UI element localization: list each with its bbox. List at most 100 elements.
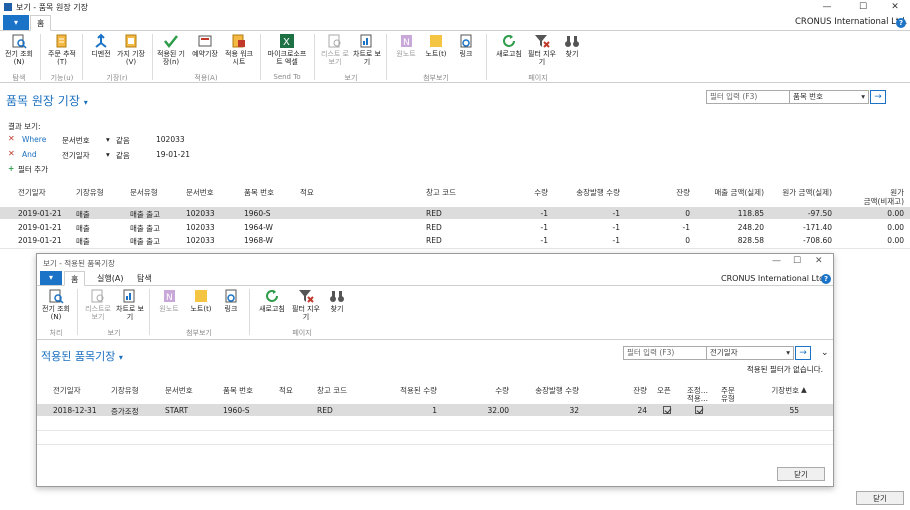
close-dialog-icon[interactable]: ✕ <box>815 256 823 266</box>
group-label: 보기 <box>344 74 358 82</box>
tab-home[interactable]: 홈 <box>64 271 86 286</box>
filter-field-select[interactable]: 품목 번호 ▾ <box>789 90 869 104</box>
search-input[interactable]: 필터 입력 (F3) <box>623 346 707 360</box>
value-entries-button[interactable]: 가지 기장(V) <box>116 33 146 66</box>
minimize-button[interactable]: — <box>772 256 781 266</box>
close-window-button[interactable]: ✕ <box>880 0 910 14</box>
page-title[interactable]: 품목 원장 기장 ▾ <box>6 92 88 109</box>
refresh-button[interactable]: 새로고침 <box>492 33 526 58</box>
filter-field[interactable]: 전기일자 <box>62 150 90 161</box>
column-header[interactable]: 창고 코드 <box>426 187 456 198</box>
column-header[interactable]: 기장유형 <box>76 187 104 198</box>
column-header[interactable]: 창고 코드 <box>317 385 347 396</box>
notes-button[interactable]: 노트(t) <box>187 288 215 313</box>
filter-value[interactable]: 19-01-21 <box>156 150 190 159</box>
column-header[interactable]: 문서번호 <box>165 385 193 396</box>
applied-entries-button[interactable]: 적용된 기장(n) <box>156 33 186 66</box>
checkbox-checked-icon <box>695 406 703 414</box>
column-header[interactable]: 전기일자 <box>53 385 81 396</box>
column-header[interactable]: 적요 <box>279 385 293 396</box>
list-view-button[interactable]: 리스트 로 보기 <box>320 33 350 66</box>
dimension-button[interactable]: 디멘전 <box>86 33 116 58</box>
onenote-button[interactable]: N 원노트 <box>155 288 183 313</box>
list-view-button[interactable]: 리스트로 보기 <box>83 288 113 321</box>
column-header[interactable]: 기장번호 <box>753 385 799 396</box>
column-header[interactable]: 품목 번호 <box>223 385 253 396</box>
chart-view-button[interactable]: 차트로 보기 <box>115 288 145 321</box>
onenote-button[interactable]: N 원노트 <box>392 33 420 58</box>
chevron-down-icon[interactable]: ⌄ <box>821 348 829 358</box>
maximize-button[interactable]: ☐ <box>848 0 878 14</box>
clear-filter-button[interactable]: 필터 지우기 <box>291 288 321 321</box>
adjusted-checkbox[interactable] <box>695 406 703 416</box>
navigate-button[interactable]: 전기 조회(N) <box>4 33 34 66</box>
help-icon[interactable]: ? <box>821 274 831 284</box>
list-view-icon <box>91 289 104 303</box>
excel-button[interactable]: X 마이크로소프트 엑셀 <box>266 33 308 66</box>
chevron-down-icon[interactable]: ▾ <box>106 135 110 144</box>
add-filter-button[interactable]: 필터 추가 <box>18 164 48 175</box>
column-header[interactable]: 품목 번호 <box>244 187 274 198</box>
chart-view-button[interactable]: 차트로 보기 <box>352 33 382 66</box>
column-header[interactable]: 송장발행 수량 <box>560 187 620 198</box>
column-header[interactable]: 오픈 <box>657 385 671 396</box>
minimize-button[interactable]: — <box>812 0 842 14</box>
add-filter-icon[interactable]: + <box>8 164 14 173</box>
tab-navigate[interactable]: 탐색 <box>137 271 152 286</box>
ribbon-divider <box>386 34 387 80</box>
column-header[interactable]: 문서유형 <box>130 187 158 198</box>
filter-field[interactable]: 문서번호 <box>62 135 90 146</box>
dialog-page-title[interactable]: 적용된 품목기장 ▾ <box>41 348 123 364</box>
column-header[interactable]: 잔량 <box>660 187 690 198</box>
links-button[interactable]: 링크 <box>219 288 243 313</box>
column-header[interactable]: 매출 금액(실제) <box>696 187 764 198</box>
dialog-app-menu-button[interactable]: ▾ <box>40 271 62 285</box>
chevron-down-icon[interactable]: ▾ <box>106 150 110 159</box>
column-header[interactable]: 문서번호 <box>186 187 214 198</box>
filter-value[interactable]: 102033 <box>156 135 185 144</box>
search-input[interactable]: 필터 입력 (F3) <box>706 90 790 104</box>
column-header[interactable]: 송장발행 수량 <box>513 385 579 396</box>
column-header[interactable]: 전기일자 <box>18 187 46 198</box>
remove-filter-icon[interactable]: ✕ <box>8 149 15 158</box>
column-header[interactable]: 수량 <box>467 385 509 396</box>
find-button[interactable]: 찾기 <box>325 288 349 313</box>
table-row[interactable]: 2019-01-21 매출 매출 출고 102033 1964-W RED -1… <box>0 221 910 233</box>
maximize-button[interactable]: ☐ <box>793 256 801 266</box>
refresh-button[interactable]: 새로고침 <box>255 288 289 313</box>
app-menu-button[interactable]: ▾ <box>3 15 29 30</box>
column-header[interactable]: 적요 <box>300 187 314 198</box>
help-icon[interactable]: ? <box>896 18 906 28</box>
application-worksheet-button[interactable]: 적용 워크시트 <box>224 33 254 66</box>
column-header[interactable]: 기장유형 <box>111 385 139 396</box>
column-header[interactable]: 수량 <box>510 187 548 198</box>
filter-field-select[interactable]: 전기일자 ▾ <box>706 346 794 360</box>
find-button[interactable]: 찾기 <box>560 33 584 58</box>
group-label: 첨부보기 <box>186 329 212 337</box>
column-header[interactable]: 금액(비재고) <box>840 196 904 207</box>
order-tracking-button[interactable]: 주문 추적(T) <box>48 33 76 66</box>
navigate-button[interactable]: 전기 조회(N) <box>41 288 71 321</box>
close-button[interactable]: 닫기 <box>856 491 904 505</box>
open-checkbox[interactable] <box>663 406 671 416</box>
ribbon-tab-bar <box>0 14 910 31</box>
reservation-entries-button[interactable]: 예약기장 <box>190 33 220 58</box>
search-go-button[interactable]: → <box>870 90 886 104</box>
clear-filter-button[interactable]: 필터 지우기 <box>528 33 556 66</box>
search-go-button[interactable]: → <box>795 346 811 360</box>
table-row[interactable]: 2018-12-31 증가조정 START 1960-S RED 1 32.00… <box>37 404 833 416</box>
remove-filter-icon[interactable]: ✕ <box>8 134 15 143</box>
column-header[interactable]: 적용된 수량 <box>383 385 437 396</box>
table-row[interactable]: 2019-01-21 매출 매출 출고 102033 1968-W RED -1… <box>0 234 910 246</box>
tab-home[interactable]: 홈 <box>30 15 52 31</box>
links-button[interactable]: 링크 <box>452 33 480 58</box>
column-header[interactable]: 원가 금액(실제) <box>770 187 832 198</box>
clear-filter-icon <box>535 35 550 48</box>
chart-view-icon <box>123 289 135 303</box>
table-row[interactable]: 2019-01-21 매출 매출 출고 102033 1960-S RED -1… <box>0 207 910 219</box>
dialog-close-button[interactable]: 닫기 <box>777 467 825 481</box>
notes-button[interactable]: 노트(t) <box>422 33 450 58</box>
tab-actions[interactable]: 실행(A) <box>97 271 123 286</box>
column-header[interactable]: 잔량 <box>617 385 647 396</box>
checkbox-checked-icon <box>663 406 671 414</box>
